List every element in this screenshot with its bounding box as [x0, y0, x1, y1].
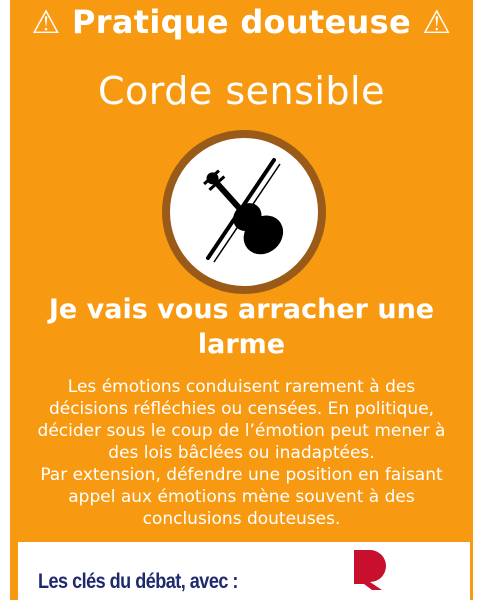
body-paragraph-1: Les émotions conduisent rarement à des d…: [37, 377, 446, 463]
body-paragraph-2: Par extension, défendre une position en …: [40, 465, 443, 529]
footer-panel: Les clés du débat, avec :: [18, 542, 470, 600]
footer-label: Les clés du débat, avec :: [38, 570, 238, 593]
body-text: Les émotions conduisent rarement à des d…: [28, 376, 455, 530]
card-subtitle: Corde sensible: [98, 69, 385, 113]
violin-medallion: [162, 130, 326, 294]
pratique-card: ⚠ Pratique douteuse ⚠ Corde sensible Je …: [10, 0, 473, 600]
card-title: ⚠ Pratique douteuse ⚠: [31, 3, 452, 41]
violin-with-bow-icon: [203, 158, 284, 263]
headline: Je vais vous arracher une larme: [48, 294, 435, 360]
brand-logo-icon: [354, 550, 386, 590]
